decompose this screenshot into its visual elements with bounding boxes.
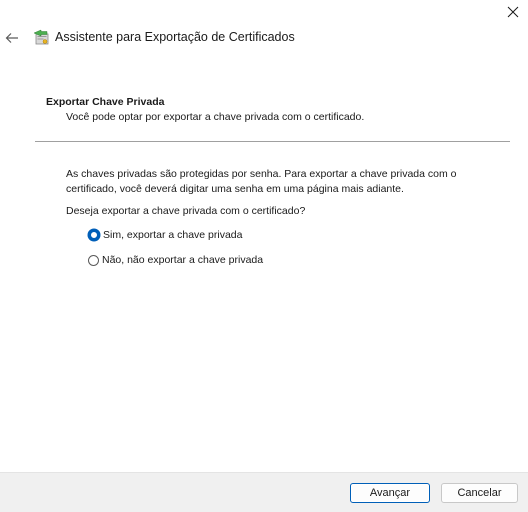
radio-option-no[interactable]: Não, não exportar a chave privada (88, 254, 263, 266)
close-button[interactable] (498, 0, 528, 24)
question-text: Deseja exportar a chave privada com o ce… (66, 205, 306, 217)
back-arrow-icon (5, 33, 18, 43)
radio-button-unchecked[interactable] (88, 254, 99, 266)
section-title: Exportar Chave Privada (46, 96, 165, 108)
window-title: Assistente para Exportação de Certificad… (55, 30, 295, 44)
description-text: As chaves privadas são protegidas por se… (66, 168, 457, 195)
cancel-button[interactable]: Cancelar (441, 483, 518, 503)
radio-option-yes[interactable]: Sim, exportar a chave privada (88, 229, 242, 241)
radio-option-label: Sim, exportar a chave privada (103, 229, 243, 241)
back-button[interactable] (2, 28, 22, 48)
certificate-wizard-icon (33, 29, 49, 45)
radio-button-checked[interactable] (88, 229, 100, 241)
section-subtitle: Você pode optar por exportar a chave pri… (66, 111, 365, 123)
footer-bar: Avançar Cancelar (0, 472, 528, 512)
close-icon (507, 6, 519, 18)
export-wizard-window: Assistente para Exportação de Certificad… (0, 0, 528, 512)
next-button[interactable]: Avançar (350, 483, 430, 503)
radio-option-label: Não, não exportar a chave privada (102, 254, 264, 266)
header-divider (35, 141, 510, 142)
